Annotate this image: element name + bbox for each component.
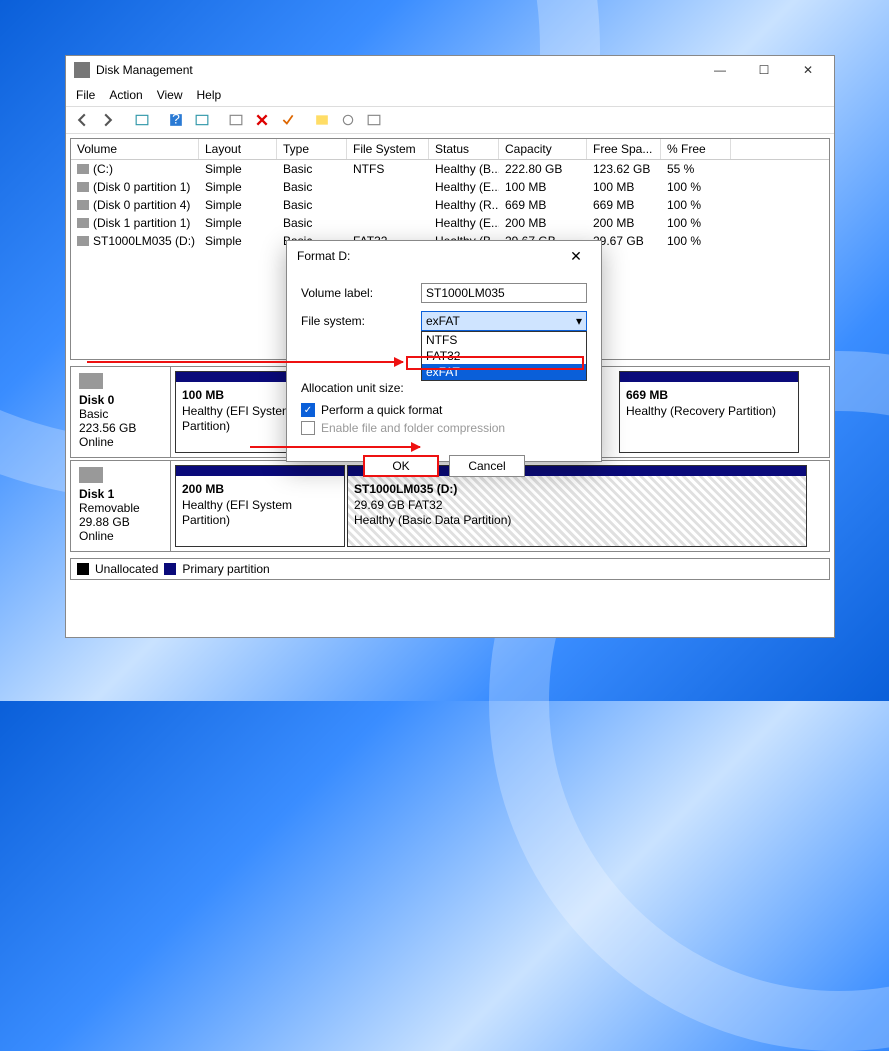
fs-option-exfat[interactable]: exFAT — [422, 364, 586, 380]
toolbar-btn-5[interactable] — [310, 109, 334, 131]
legend-swatch-unallocated — [77, 563, 89, 575]
menu-file[interactable]: File — [76, 88, 95, 102]
table-row[interactable]: (C:)SimpleBasicNTFSHealthy (B...222.80 G… — [71, 160, 829, 178]
app-icon — [74, 62, 90, 78]
menubar: File Action View Help — [66, 84, 834, 106]
filesystem-combo[interactable]: exFAT ▾ NTFS FAT32 exFAT — [421, 311, 587, 331]
delete-icon[interactable] — [250, 109, 274, 131]
forward-button[interactable] — [96, 109, 120, 131]
dialog-close-button[interactable]: ✕ — [561, 241, 591, 271]
legend-swatch-primary — [164, 563, 176, 575]
back-button[interactable] — [70, 109, 94, 131]
window-title: Disk Management — [96, 63, 698, 77]
fs-option-ntfs[interactable]: NTFS — [422, 332, 586, 348]
table-row[interactable]: (Disk 0 partition 1)SimpleBasicHealthy (… — [71, 178, 829, 196]
ok-button[interactable]: OK — [363, 455, 439, 477]
dialog-title: Format D: — [297, 249, 561, 263]
menu-action[interactable]: Action — [109, 88, 142, 102]
toolbar-btn-4[interactable] — [276, 109, 300, 131]
toolbar-btn-3[interactable] — [224, 109, 248, 131]
maximize-button[interactable]: ☐ — [742, 56, 786, 84]
col-pct[interactable]: % Free — [661, 139, 731, 159]
col-status[interactable]: Status — [429, 139, 499, 159]
toolbar-btn-6[interactable] — [336, 109, 360, 131]
filesystem-selected: exFAT — [426, 314, 460, 328]
toolbar-btn-1[interactable] — [130, 109, 154, 131]
format-dialog: Format D: ✕ Volume label: File system: e… — [286, 240, 602, 462]
legend-unallocated: Unallocated — [95, 562, 158, 576]
col-capacity[interactable]: Capacity — [499, 139, 587, 159]
quick-format-checkbox[interactable]: ✓ — [301, 403, 315, 417]
column-headers: Volume Layout Type File System Status Ca… — [71, 139, 829, 160]
toolbar: ? — [66, 106, 834, 134]
volume-label-input[interactable] — [421, 283, 587, 303]
col-fs[interactable]: File System — [347, 139, 429, 159]
legend: Unallocated Primary partition — [70, 558, 830, 580]
chevron-down-icon: ▾ — [576, 314, 582, 328]
filesystem-options: NTFS FAT32 exFAT — [421, 331, 587, 381]
menu-view[interactable]: View — [157, 88, 183, 102]
col-layout[interactable]: Layout — [199, 139, 277, 159]
allocation-label: Allocation unit size: — [301, 381, 421, 395]
toolbar-btn-7[interactable] — [362, 109, 386, 131]
volume-label-label: Volume label: — [301, 286, 421, 300]
col-free[interactable]: Free Spa... — [587, 139, 661, 159]
help-button[interactable]: ? — [164, 109, 188, 131]
quick-format-label: Perform a quick format — [321, 403, 442, 417]
col-volume[interactable]: Volume — [71, 139, 199, 159]
table-row[interactable]: (Disk 0 partition 4)SimpleBasicHealthy (… — [71, 196, 829, 214]
filesystem-label: File system: — [301, 314, 421, 328]
fs-option-fat32[interactable]: FAT32 — [422, 348, 586, 364]
annotation-arrow-1 — [87, 361, 403, 363]
compression-label: Enable file and folder compression — [321, 421, 505, 435]
toolbar-btn-2[interactable] — [190, 109, 214, 131]
annotation-arrow-2 — [250, 446, 420, 448]
table-row[interactable]: (Disk 1 partition 1)SimpleBasicHealthy (… — [71, 214, 829, 232]
legend-primary: Primary partition — [182, 562, 269, 576]
svg-text:?: ? — [172, 113, 180, 127]
titlebar[interactable]: Disk Management — ☐ ✕ — [66, 56, 834, 84]
menu-help[interactable]: Help — [197, 88, 222, 102]
minimize-button[interactable]: — — [698, 56, 742, 84]
col-type[interactable]: Type — [277, 139, 347, 159]
partition[interactable]: 669 MBHealthy (Recovery Partition) — [619, 371, 799, 453]
close-button[interactable]: ✕ — [786, 56, 830, 84]
compression-checkbox[interactable] — [301, 421, 315, 435]
cancel-button[interactable]: Cancel — [449, 455, 525, 477]
